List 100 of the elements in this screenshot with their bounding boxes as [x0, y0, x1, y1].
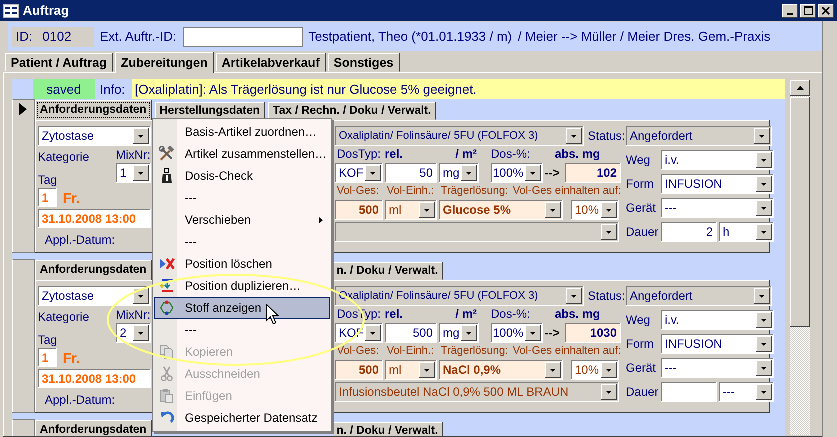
- absolute-dose-field[interactable]: 1030: [565, 323, 621, 343]
- form-icon: [3, 4, 19, 18]
- duration-unit-dropdown[interactable]: ---: [719, 382, 774, 402]
- menu-item[interactable]: Basis-Artikel zuordnen…: [154, 121, 330, 143]
- record-selector[interactable]: [12, 259, 35, 413]
- scrollbar-thumb[interactable]: [790, 97, 810, 327]
- submenu-arrow-icon: [319, 216, 323, 224]
- tab[interactable]: Artikelabverkauf: [216, 53, 326, 72]
- tab[interactable]: Zubereitungen: [115, 52, 214, 73]
- dose-type-label: DosTyp:: [337, 307, 382, 321]
- package-dropdown[interactable]: [335, 222, 619, 242]
- percent-dropdown[interactable]: 100%: [491, 163, 543, 183]
- menu-item[interactable]: ---: [154, 231, 330, 253]
- carrier-dropdown[interactable]: NaCl 0,9%: [439, 360, 563, 380]
- carrier-dropdown[interactable]: Glucose 5%: [439, 200, 563, 220]
- tab[interactable]: n. / Doku / Verwalt.: [332, 422, 444, 436]
- dose-field[interactable]: 50: [385, 163, 437, 183]
- tolerance-dropdown[interactable]: 10%: [571, 200, 619, 220]
- volume-field[interactable]: 500: [335, 200, 383, 220]
- tolerance-label: Vol-Ges einhalten auf:: [513, 344, 622, 358]
- cut-icon: [159, 366, 175, 382]
- device-dropdown[interactable]: ---: [661, 198, 774, 218]
- duration-field[interactable]: [661, 382, 717, 402]
- package-dropdown[interactable]: Infusionsbeutel NaCl 0,9% 500 ML BRAUN: [335, 382, 619, 402]
- route-label: Weg: [626, 153, 652, 167]
- product-dropdown[interactable]: Oxaliplatin/ Folinsäure/ 5FU (FOLFOX 3): [335, 126, 584, 146]
- tab[interactable]: Patient / Auftrag: [5, 53, 114, 72]
- record-selector[interactable]: [12, 419, 35, 436]
- menu-item[interactable]: ---: [154, 319, 330, 341]
- maximize-button[interactable]: [800, 4, 816, 18]
- volume-unit-dropdown[interactable]: ml: [385, 360, 437, 380]
- status-dropdown[interactable]: Angefordert: [626, 126, 772, 146]
- menu-item[interactable]: Gespeicherter Datensatz: [154, 407, 330, 429]
- device-label: Gerät: [626, 361, 658, 375]
- appl-date-label: Appl.-Datum:: [45, 233, 116, 247]
- tab[interactable]: Anforderungsdaten: [35, 260, 152, 280]
- weekday-label: Fr.: [63, 350, 80, 364]
- undo-icon: [159, 410, 175, 426]
- vertical-scrollbar[interactable]: [789, 79, 811, 436]
- tab[interactable]: Anforderungsdaten: [35, 100, 152, 120]
- saved-badge: saved: [33, 79, 95, 99]
- volume-unit-dropdown[interactable]: ml: [385, 200, 437, 220]
- tab[interactable]: Anforderungsdaten: [35, 420, 152, 436]
- delete-icon: [159, 256, 175, 272]
- status-label: Status:: [588, 289, 624, 303]
- tab[interactable]: n. / Doku / Verwalt.: [332, 262, 444, 280]
- percent-dropdown[interactable]: 100%: [491, 323, 543, 343]
- menu-item[interactable]: Stoff anzeigen: [154, 297, 330, 319]
- menu-item[interactable]: Dosis-Check: [154, 165, 330, 187]
- menu-item[interactable]: Position löschen: [154, 253, 330, 275]
- day-label: Tag: [38, 173, 58, 187]
- current-record-icon: [19, 103, 27, 116]
- unit-dropdown[interactable]: mg: [439, 163, 479, 183]
- relative-label: rel.: [385, 147, 404, 161]
- per-m2-label: / m²: [454, 307, 477, 321]
- close-button[interactable]: [818, 4, 834, 18]
- mix-dropdown[interactable]: 1: [116, 163, 151, 183]
- mix-label: MixNr:: [116, 308, 151, 322]
- form-label: Form: [626, 177, 655, 191]
- menu-item[interactable]: Position duplizieren…: [154, 275, 330, 297]
- scroll-up-button[interactable]: [790, 80, 810, 96]
- route-dropdown[interactable]: i.v.: [661, 150, 774, 170]
- arrow-label: -->: [545, 166, 561, 180]
- category-dropdown[interactable]: Zytostase: [38, 286, 151, 306]
- tolerance-dropdown[interactable]: 10%: [571, 360, 619, 380]
- duration-unit-dropdown[interactable]: h: [719, 222, 774, 242]
- status-dropdown[interactable]: Angefordert: [626, 286, 772, 306]
- menu-item[interactable]: ---: [154, 187, 330, 209]
- device-label: Gerät: [626, 201, 658, 215]
- mix-dropdown[interactable]: 2: [116, 323, 151, 343]
- record-selector[interactable]: [12, 99, 35, 253]
- route-dropdown[interactable]: i.v.: [661, 310, 774, 330]
- referral-info: / Meier --> Müller / Meier Dres. Gem.-Praxis: [518, 29, 771, 44]
- volume-field[interactable]: 500: [335, 360, 383, 380]
- category-dropdown[interactable]: Zytostase: [38, 126, 151, 146]
- duration-field[interactable]: 2: [661, 222, 717, 242]
- form-dropdown[interactable]: INFUSION: [661, 334, 774, 354]
- device-dropdown[interactable]: ---: [661, 358, 774, 378]
- menu-item[interactable]: Artikel zusammenstellen…: [154, 143, 330, 165]
- form-dropdown[interactable]: INFUSION: [661, 174, 774, 194]
- tab[interactable]: Tax / Rechn. / Doku / Verwalt.: [268, 102, 436, 120]
- dose-type-dropdown[interactable]: KOF: [335, 163, 383, 183]
- volume-label: Vol-Ges:: [337, 184, 380, 198]
- unit-dropdown[interactable]: mg: [439, 323, 479, 343]
- volume-label: Vol-Ges:: [337, 344, 380, 358]
- absolute-dose-label: abs. mg: [555, 147, 600, 161]
- ext-id-field[interactable]: [182, 26, 303, 46]
- dose-field[interactable]: 500: [385, 323, 437, 343]
- status-label: Status:: [588, 129, 624, 143]
- menu-item[interactable]: Verschieben: [154, 209, 330, 231]
- dose-percent-label: Dos-%:: [491, 307, 532, 321]
- tab[interactable]: Sonstiges: [328, 53, 400, 72]
- minimize-button[interactable]: [782, 4, 798, 18]
- absolute-dose-label: abs. mg: [555, 307, 600, 321]
- arrow-label: -->: [545, 326, 561, 340]
- carrier-label: Trägerlösung:: [441, 184, 510, 198]
- absolute-dose-field[interactable]: 102: [565, 163, 621, 183]
- product-dropdown[interactable]: Oxaliplatin/ Folinsäure/ 5FU (FOLFOX 3): [335, 286, 584, 306]
- minimize-icon: [787, 12, 793, 14]
- id-value: 0102: [42, 29, 72, 44]
